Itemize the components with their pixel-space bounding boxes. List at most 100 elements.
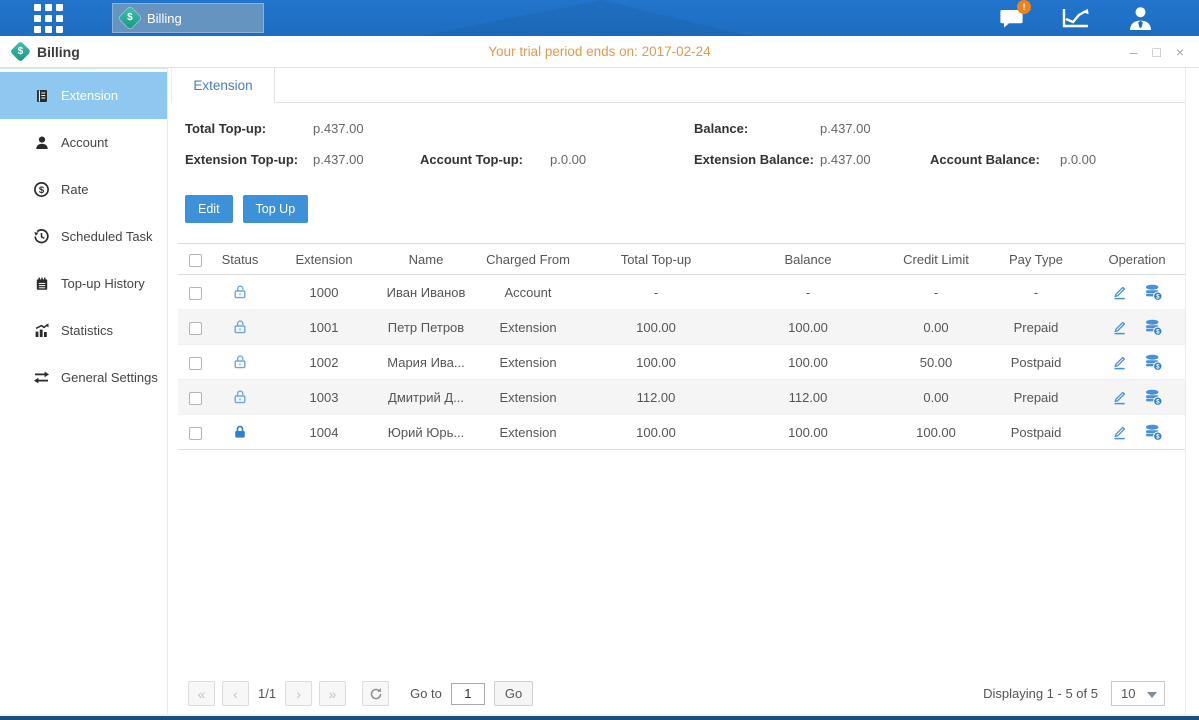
table-row: 1004 Юрий Юрь... Extension 100.00 100.00… <box>178 415 1186 450</box>
first-page-button[interactable]: « <box>188 681 215 706</box>
column-header: Credit Limit <box>888 252 984 267</box>
sidebar-item-top-up-history[interactable]: Top-up History <box>0 260 167 307</box>
lock-closed-icon <box>232 424 248 440</box>
rate-icon: $ <box>33 181 50 198</box>
cell-charged-from: Extension <box>472 355 584 370</box>
billing-summary: Total Top-up: p.437.00 Balance: p.437.00… <box>168 103 1199 185</box>
column-header: Operation <box>1088 252 1186 267</box>
column-header: Balance <box>728 252 888 267</box>
topup-history-icon <box>33 275 50 292</box>
tab-extension[interactable]: Extension <box>171 68 275 103</box>
cell-charged-from: Extension <box>472 390 584 405</box>
row-checkbox[interactable] <box>189 392 202 405</box>
cell-credit-limit: 50.00 <box>888 355 984 370</box>
next-page-button[interactable]: › <box>285 681 312 706</box>
cell-balance: 100.00 <box>728 425 888 440</box>
sidebar-item-extension[interactable]: Extension <box>0 72 167 119</box>
extension-icon <box>33 87 50 104</box>
sidebar: Extension Account $ Rate Scheduled Task … <box>0 68 168 714</box>
topup-button[interactable]: Top Up <box>243 195 309 223</box>
table-row: 1000 Иван Иванов Account - - - - $ <box>178 275 1186 310</box>
account-topup-value: p.0.00 <box>550 152 586 167</box>
goto-page-input[interactable] <box>451 683 485 705</box>
statistics-icon <box>33 322 50 339</box>
pagination-bar: « ‹ 1/1 › » Go to Go Displaying 1 - 5 of… <box>168 681 1199 706</box>
account-balance-value: p.0.00 <box>1060 152 1096 167</box>
table-row: 1002 Мария Ива... Extension 100.00 100.0… <box>178 345 1186 380</box>
topup-coins-icon[interactable]: $ <box>1144 319 1163 336</box>
sidebar-item-scheduled-task[interactable]: Scheduled Task <box>0 213 167 260</box>
edit-icon[interactable] <box>1111 354 1128 371</box>
user-account-icon[interactable] <box>1125 5 1155 31</box>
edit-icon[interactable] <box>1111 284 1128 301</box>
refresh-button[interactable] <box>362 681 389 706</box>
lock-open-icon <box>232 354 248 370</box>
cell-total-topup: - <box>584 285 728 300</box>
window-title: Billing <box>37 44 80 60</box>
cell-name: Юрий Юрь... <box>380 425 472 440</box>
total-topup-value: p.437.00 <box>313 121 364 136</box>
minimize-icon[interactable]: – <box>1130 45 1138 59</box>
cell-charged-from: Account <box>472 285 584 300</box>
edit-icon[interactable] <box>1111 319 1128 336</box>
account-topup-label: Account Top-up: <box>420 152 523 167</box>
cell-name: Мария Ива... <box>380 355 472 370</box>
page-size-select[interactable]: 10 <box>1111 681 1165 706</box>
topup-coins-icon[interactable]: $ <box>1144 389 1163 406</box>
cell-credit-limit: 100.00 <box>888 425 984 440</box>
billing-app-icon: $ <box>119 7 142 30</box>
svg-text:$: $ <box>1156 363 1160 370</box>
topup-coins-icon[interactable]: $ <box>1144 284 1163 301</box>
cell-credit-limit: - <box>888 285 984 300</box>
go-button[interactable]: Go <box>494 681 533 706</box>
extension-balance-value: p.437.00 <box>820 152 871 167</box>
cell-balance: 100.00 <box>728 355 888 370</box>
cell-name: Дмитрий Д... <box>380 390 472 405</box>
main-area: Extension Account $ Rate Scheduled Task … <box>0 68 1199 714</box>
edit-icon[interactable] <box>1111 424 1128 441</box>
close-icon[interactable]: × <box>1176 45 1184 59</box>
edit-button[interactable]: Edit <box>185 195 233 223</box>
lock-open-icon <box>232 389 248 405</box>
svg-text:$: $ <box>1156 398 1160 405</box>
sidebar-item-rate[interactable]: $ Rate <box>0 166 167 213</box>
prev-page-button[interactable]: ‹ <box>222 681 249 706</box>
cell-extension: 1004 <box>268 425 380 440</box>
balance-label: Balance: <box>694 121 748 136</box>
sidebar-item-account[interactable]: Account <box>0 119 167 166</box>
cell-total-topup: 112.00 <box>584 390 728 405</box>
total-topup-label: Total Top-up: <box>185 121 266 136</box>
cell-balance: 100.00 <box>728 320 888 335</box>
topup-coins-icon[interactable]: $ <box>1144 424 1163 441</box>
svg-text:$: $ <box>1156 293 1160 300</box>
cell-credit-limit: 0.00 <box>888 320 984 335</box>
tabstrip-rest <box>275 68 1186 103</box>
trial-notice: Your trial period ends on: 2017-02-24 <box>488 44 710 59</box>
sidebar-item-general-settings[interactable]: General Settings <box>0 354 167 401</box>
row-checkbox[interactable] <box>189 427 202 440</box>
topup-coins-icon[interactable]: $ <box>1144 354 1163 371</box>
lock-open-icon <box>232 319 248 335</box>
extension-balance-label: Extension Balance: <box>694 152 814 167</box>
messages-icon[interactable]: ! <box>997 5 1027 31</box>
app-menu-icon[interactable] <box>34 4 63 33</box>
cell-extension: 1002 <box>268 355 380 370</box>
content-panel: Extension Total Top-up: p.437.00 Balance… <box>168 68 1199 714</box>
edit-icon[interactable] <box>1111 389 1128 406</box>
last-page-button[interactable]: » <box>319 681 346 706</box>
row-checkbox[interactable] <box>189 357 202 370</box>
maximize-icon[interactable]: □ <box>1152 45 1160 59</box>
goto-label: Go to <box>410 686 442 701</box>
cell-total-topup: 100.00 <box>584 355 728 370</box>
sidebar-item-statistics[interactable]: Statistics <box>0 307 167 354</box>
row-checkbox[interactable] <box>189 322 202 335</box>
topbar-tab-billing[interactable]: $ Billing <box>112 3 264 33</box>
row-checkbox[interactable] <box>189 287 202 300</box>
cell-balance: 112.00 <box>728 390 888 405</box>
cell-extension: 1003 <box>268 390 380 405</box>
cell-extension: 1000 <box>268 285 380 300</box>
select-all-checkbox[interactable] <box>189 254 202 267</box>
cell-pay-type: Prepaid <box>984 390 1088 405</box>
reports-chart-icon[interactable] <box>1061 5 1091 31</box>
column-header: Pay Type <box>984 252 1088 267</box>
